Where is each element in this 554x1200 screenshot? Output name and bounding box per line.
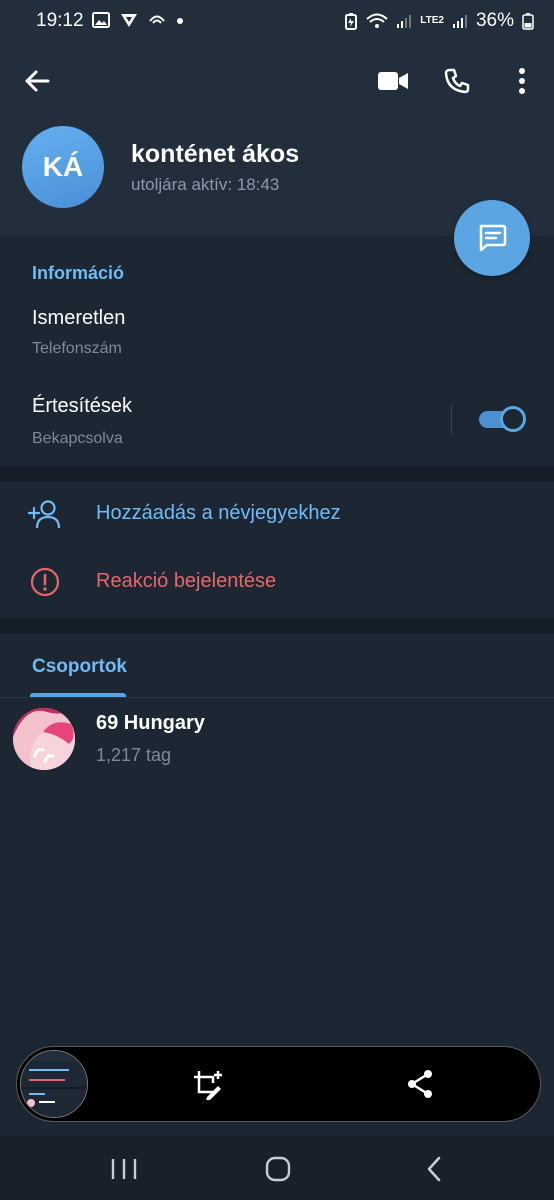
signal-2-icon	[452, 15, 467, 28]
message-icon	[479, 224, 507, 252]
add-person-icon	[28, 498, 62, 530]
avatar-initials: KÁ	[42, 151, 84, 182]
profile-avatar[interactable]: KÁ	[22, 126, 104, 208]
profile-name: konténet ákos	[131, 140, 300, 168]
wifi-icon	[366, 13, 388, 28]
more-options-button[interactable]	[508, 66, 536, 96]
info-section-title: Információ	[32, 263, 125, 283]
status-notification-icons	[92, 12, 184, 28]
more-vertical-icon	[519, 68, 525, 94]
screenshot-toolbar	[16, 1046, 541, 1122]
battery-saver-icon	[345, 13, 358, 30]
home-button[interactable]	[265, 1156, 291, 1182]
report-label: Reakció bejelentése	[96, 570, 277, 592]
tab-groups[interactable]: Csoportok	[32, 656, 127, 678]
section-divider-2	[0, 618, 554, 634]
phone-value: Ismeretlen	[32, 307, 126, 329]
crop-edit-icon	[194, 1071, 222, 1100]
voice-call-button[interactable]	[442, 66, 472, 96]
back-button[interactable]	[22, 66, 52, 96]
video-camera-icon	[378, 72, 408, 90]
gallery-icon	[92, 12, 110, 28]
status-bar: 19:12 LTE2 36%	[0, 0, 554, 44]
add-contact-label: Hozzáadás a névjegyekhez	[96, 502, 341, 524]
vpn-icon	[121, 14, 137, 27]
share-icon	[408, 1070, 432, 1098]
dot-icon	[177, 18, 183, 24]
video-call-button[interactable]	[377, 66, 409, 96]
battery-percent: 36%	[475, 10, 514, 31]
toggle-divider	[451, 404, 452, 434]
tab-divider	[0, 697, 554, 698]
phone-row[interactable]: Ismeretlen Telefonszám	[0, 296, 554, 366]
last-seen-status: utoljára aktív: 18:43	[131, 175, 280, 194]
info-section: Információ Ismeretlen Telefonszám Értesí…	[0, 236, 554, 466]
group-name: 69 Hungary	[96, 712, 205, 734]
notifications-title: Értesítések	[32, 395, 133, 417]
recents-icon	[111, 1159, 137, 1179]
send-message-button[interactable]	[454, 200, 530, 276]
phone-label: Telefonszám	[32, 340, 122, 357]
add-contact-row[interactable]: Hozzáadás a névjegyekhez	[0, 482, 554, 546]
alert-circle-icon	[28, 566, 62, 598]
status-time: 19:12	[36, 10, 84, 31]
phone-icon	[444, 68, 470, 94]
notifications-status: Bekapcsolva	[32, 430, 123, 447]
arrow-left-icon	[25, 70, 50, 92]
toggle-knob	[500, 406, 526, 432]
notifications-row[interactable]: Értesítések Bekapcsolva	[0, 384, 554, 459]
battery-icon	[522, 13, 534, 30]
network-type-label: LTE2	[420, 15, 444, 26]
chevron-left-icon	[427, 1156, 441, 1182]
home-icon	[265, 1156, 291, 1182]
group-avatar	[13, 708, 75, 770]
system-back-button[interactable]	[425, 1156, 443, 1182]
status-system-icons: LTE2 36%	[344, 10, 534, 32]
group-members: 1,217 tag	[96, 745, 172, 765]
wifi-calling-icon	[149, 15, 165, 24]
recents-button[interactable]	[110, 1158, 138, 1180]
section-divider	[0, 466, 554, 482]
screenshot-thumbnail[interactable]	[20, 1050, 88, 1118]
notifications-toggle[interactable]	[479, 406, 526, 432]
share-button[interactable]	[406, 1069, 434, 1099]
actions-section: Hozzáadás a névjegyekhez Reakció bejelen…	[0, 482, 554, 618]
signal-icon	[397, 15, 412, 28]
list-item[interactable]	[0, 700, 554, 780]
system-nav-bar	[0, 1136, 554, 1200]
report-row[interactable]: Reakció bejelentése	[0, 550, 554, 614]
crop-edit-button[interactable]	[192, 1069, 224, 1101]
